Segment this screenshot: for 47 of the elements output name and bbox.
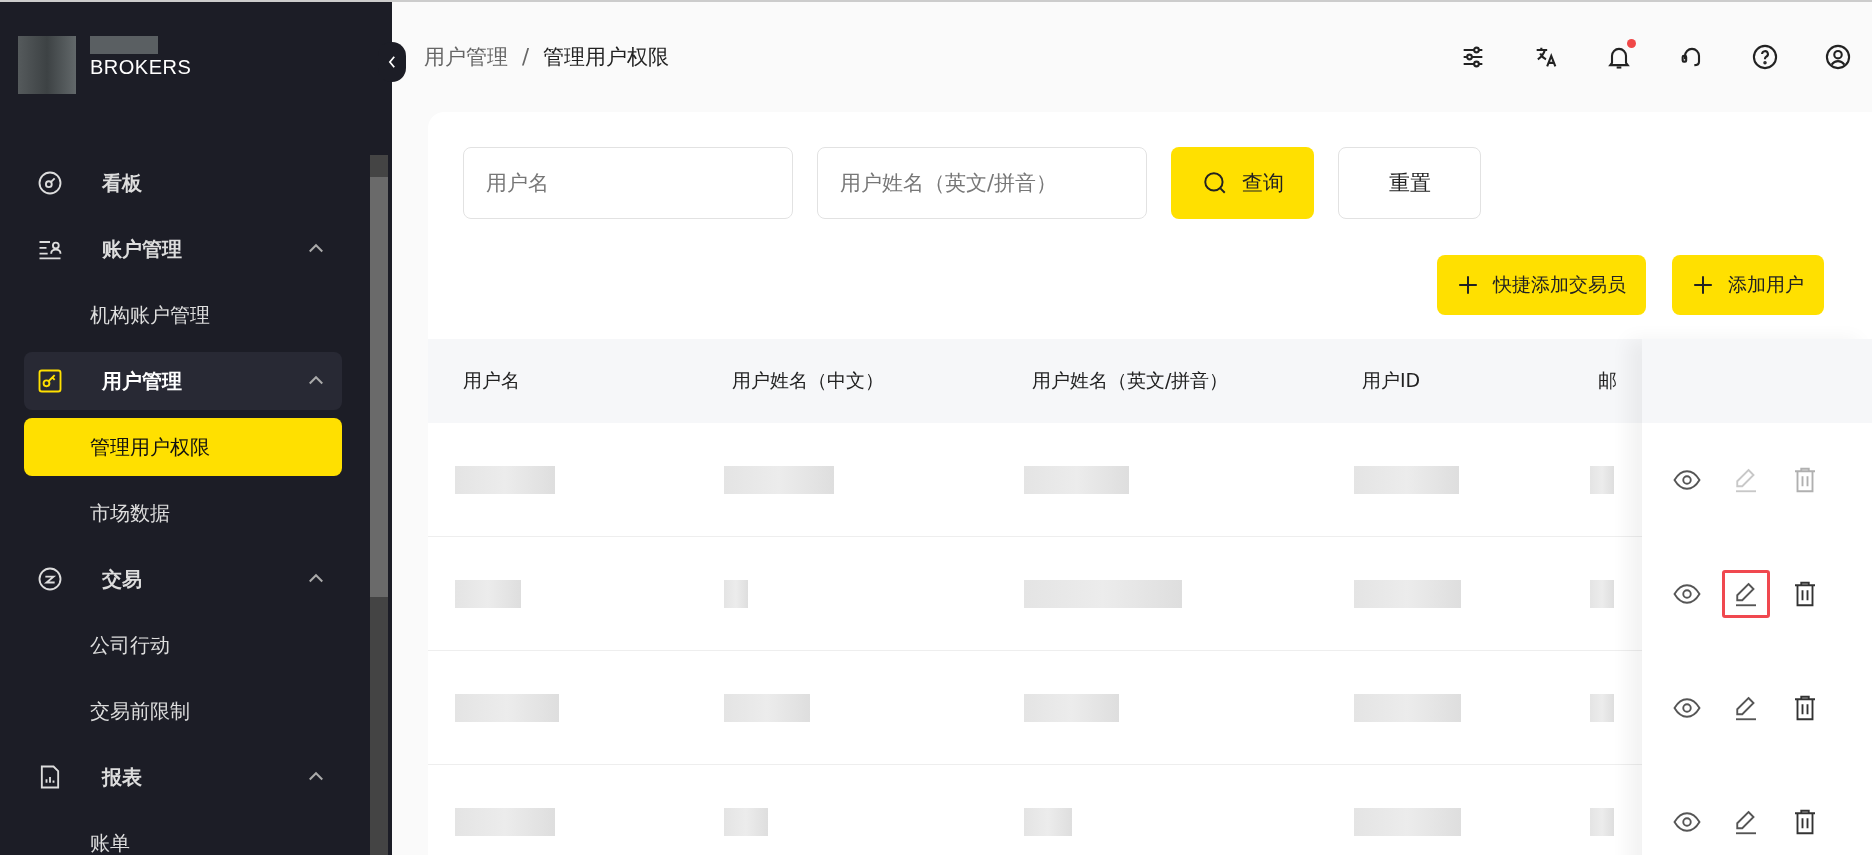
sidebar-item[interactable]: 看板 [24,154,342,212]
redacted-logo [18,36,76,94]
search-icon [1201,170,1228,196]
column-header: 用户名 [462,368,521,393]
redacted-text [724,579,748,608]
add-button[interactable]: 快捷添加交易员 [1437,255,1646,315]
column-header: 用户姓名（中文） [731,368,885,393]
help-icon[interactable] [1751,43,1779,71]
reset-button[interactable]: 重置 [1338,147,1481,219]
column-header: 邮 [1597,368,1618,393]
redacted-text [1590,693,1614,722]
brand-name: BROKERS [90,56,192,79]
column-header: 用户ID [1361,368,1422,393]
sidebar-item[interactable]: 账户管理 [24,220,342,278]
key-icon [36,367,64,395]
redacted-text [724,807,768,836]
redacted-text [1590,465,1614,494]
sidebar-subitem[interactable]: 管理用户权限 [24,418,342,476]
scrollbar[interactable] [370,155,388,855]
sidebar-subitem[interactable]: 公司行动 [24,616,342,674]
input-field[interactable]: 用户名 [463,147,793,219]
input-field[interactable]: 用户姓名（英文/拼音） [817,147,1147,219]
search-button[interactable]: 查询 [1171,147,1314,219]
sidebar-subitem[interactable]: 交易前限制 [24,682,342,740]
plus-icon [1692,274,1714,296]
chevron-left-icon [387,55,397,69]
sidebar-item[interactable]: 交易 [24,550,342,608]
redacted-text [90,36,158,54]
sidebar-item[interactable]: 报表 [24,748,342,806]
column-header: 用户姓名（英文/拼音） [1031,368,1230,393]
sidebar-subitem[interactable]: 市场数据 [24,484,342,542]
gauge-icon [36,169,64,197]
redacted-text [1024,807,1072,836]
notification-dot [1627,39,1636,48]
sidebar-subitem[interactable]: 账单 [24,814,342,855]
sidebar-subitem[interactable]: 机构账户管理 [24,286,342,344]
edit-button[interactable] [1722,570,1770,618]
plus-icon [1457,274,1479,296]
redacted-text [1590,579,1614,608]
add-button[interactable]: 添加用户 [1672,255,1824,315]
user-icon[interactable] [1824,43,1852,71]
redacted-text [455,579,521,608]
breadcrumb-link[interactable]: 用户管理 [424,45,508,69]
breadcrumb-separator: / [522,45,530,69]
circle-z-icon [36,565,64,593]
sidebar-item[interactable]: 用户管理 [24,352,342,410]
redacted-text [1590,807,1614,836]
